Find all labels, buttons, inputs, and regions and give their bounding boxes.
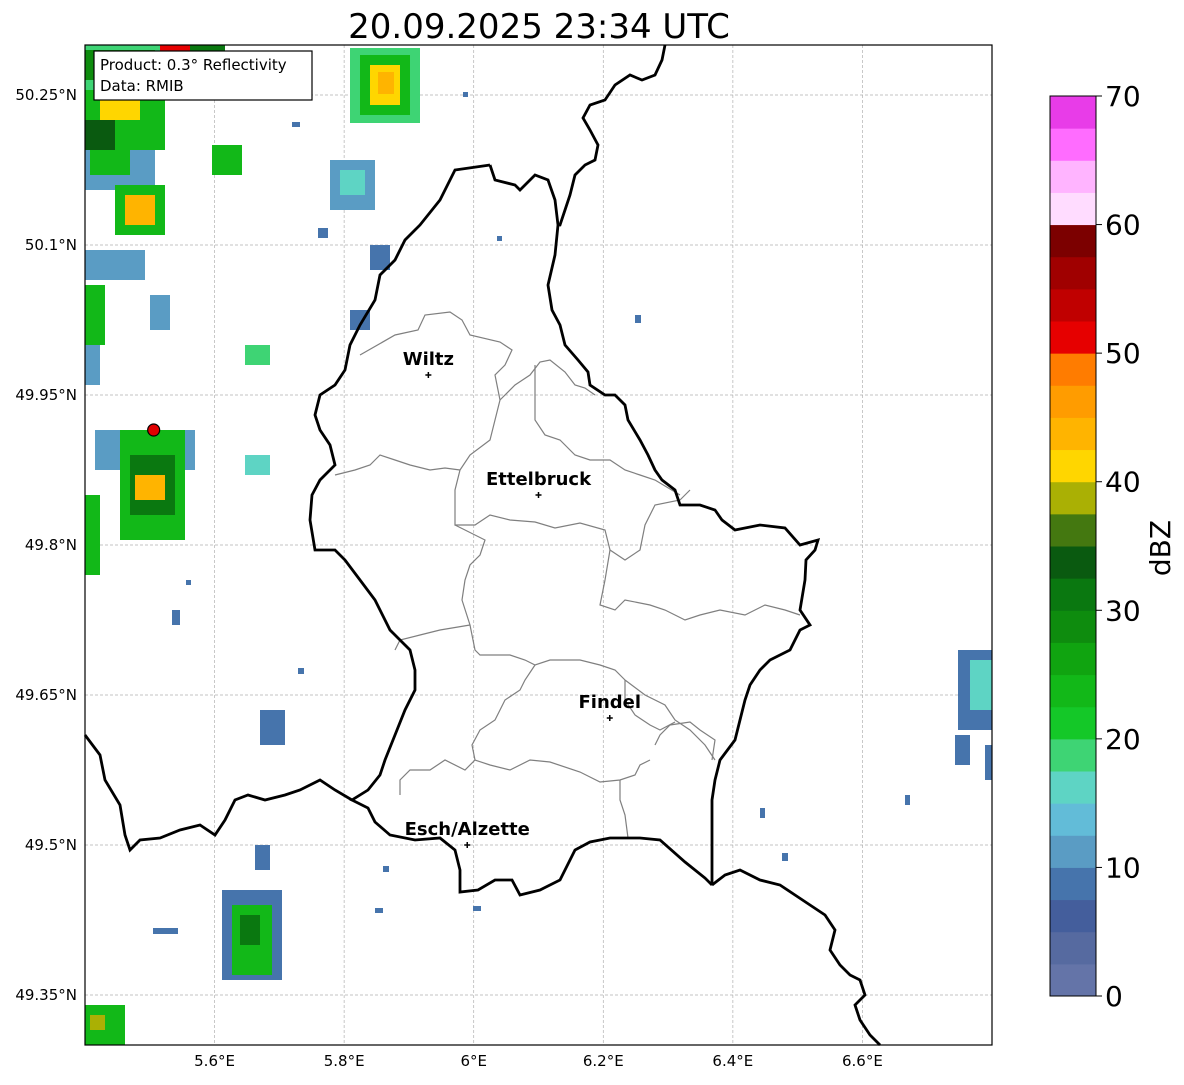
colorbar-band [1050, 931, 1096, 965]
colorbar: 0 10 20 30 40 50 60 70 dBZ [1049, 80, 1177, 1013]
radar-figure: 20.09.2025 23:34 UTC Wiltz Ettelbruck Fi… [0, 0, 1184, 1081]
colorbar-band [1050, 642, 1096, 676]
colorbar-band [1050, 738, 1096, 772]
longitude-ticks: 5.6°E 5.8°E 6°E 6.2°E 6.4°E 6.6°E [194, 1052, 883, 1070]
lon-tick-label: 6.6°E [842, 1052, 883, 1070]
colorbar-label: dBZ [1144, 520, 1177, 576]
colorbar-tick-label: 70 [1105, 80, 1141, 113]
colorbar-band [1050, 610, 1096, 643]
latitude-ticks: 50.25°N 50.1°N 49.95°N 49.8°N 49.65°N 49.5°N 4… [15, 86, 77, 1004]
lat-tick-label: 49.65°N [15, 686, 77, 704]
colorbar-band [1050, 417, 1096, 451]
colorbar-band [1050, 578, 1096, 611]
colorbar-band [1050, 224, 1096, 258]
colorbar-band [1050, 771, 1096, 804]
colorbar-band [1050, 803, 1096, 836]
lon-tick-label: 5.6°E [194, 1052, 235, 1070]
info-product: Product: 0.3° Reflectivity [100, 56, 287, 74]
radar-site [147, 423, 161, 437]
colorbar-band [1050, 385, 1096, 418]
colorbar-bands [1050, 96, 1096, 997]
lat-tick-label: 49.95°N [15, 386, 77, 404]
colorbar-tick-label: 50 [1105, 337, 1141, 370]
colorbar-band [1050, 706, 1096, 740]
lat-tick-label: 49.5°N [25, 836, 77, 854]
lon-tick-label: 6.4°E [712, 1052, 753, 1070]
colorbar-tick-label: 20 [1105, 723, 1141, 756]
lon-tick-label: 6°E [460, 1052, 487, 1070]
colorbar-band [1050, 449, 1096, 483]
colorbar-band [1050, 835, 1096, 868]
colorbar-band [1050, 546, 1096, 579]
lon-tick-label: 5.8°E [324, 1052, 365, 1070]
city-label: Ettelbruck [486, 469, 592, 490]
city-label: Findel [578, 692, 641, 713]
colorbar-tick-label: 0 [1105, 980, 1123, 1013]
lat-tick-label: 49.8°N [25, 536, 77, 554]
city-label: Esch/Alzette [405, 819, 530, 840]
colorbar-ticks: 0 10 20 30 40 50 60 70 [1096, 80, 1141, 1013]
colorbar-band [1050, 353, 1096, 386]
lat-tick-label: 50.25°N [15, 86, 77, 104]
colorbar-tick-label: 60 [1105, 209, 1141, 242]
figure-title: 20.09.2025 23:34 UTC [348, 7, 730, 47]
colorbar-tick-label: 30 [1105, 594, 1141, 627]
radar-site-dot [147, 423, 161, 437]
map-panel: Wiltz Ettelbruck Findel Esch/Alzette Produc… [83, 44, 993, 1046]
lat-tick-label: 50.1°N [25, 236, 77, 254]
colorbar-band [1050, 160, 1096, 193]
radar-map-figure: 20.09.2025 23:34 UTC WiltzEttelbruckFind… [15, 7, 1177, 1070]
colorbar-band [1050, 256, 1096, 290]
colorbar-band [1050, 867, 1096, 901]
colorbar-band [1050, 96, 1096, 129]
lon-tick-label: 6.2°E [583, 1052, 624, 1070]
colorbar-band [1050, 321, 1096, 354]
colorbar-band [1050, 899, 1096, 933]
colorbar-band [1050, 192, 1096, 226]
colorbar-band [1050, 481, 1096, 515]
colorbar-band [1050, 128, 1096, 161]
info-box: Product: 0.3° Reflectivity Data: RMIB [93, 50, 313, 101]
colorbar-band [1050, 674, 1096, 708]
colorbar-tick-label: 40 [1105, 466, 1141, 499]
city-label: Wiltz [403, 349, 454, 370]
info-data-source: Data: RMIB [100, 77, 184, 95]
colorbar-band [1050, 963, 1096, 997]
lat-tick-label: 49.35°N [15, 986, 77, 1004]
colorbar-band [1050, 513, 1096, 547]
colorbar-tick-label: 10 [1105, 851, 1141, 884]
colorbar-band [1050, 288, 1096, 322]
